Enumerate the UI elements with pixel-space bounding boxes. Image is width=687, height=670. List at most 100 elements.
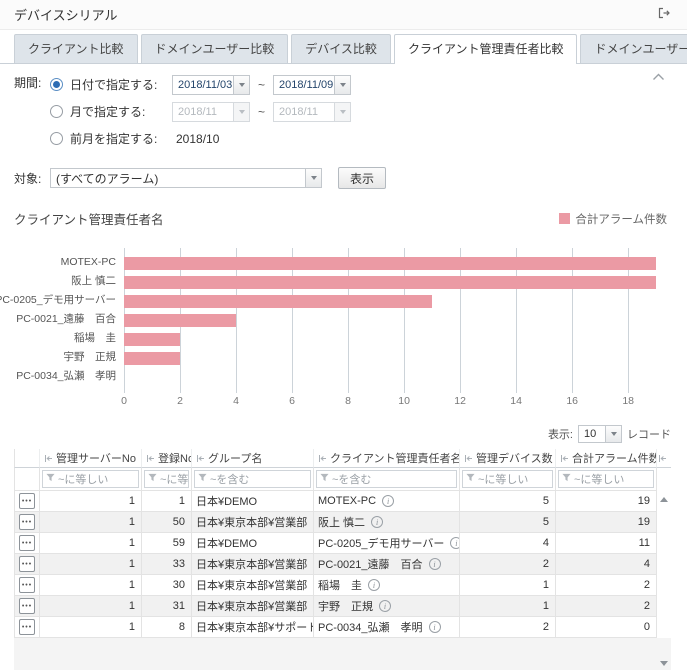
chart-bar-row xyxy=(124,349,673,368)
range-tilde: ~ xyxy=(258,78,265,92)
grid-scroll-up-icon[interactable] xyxy=(660,497,668,502)
tab-2[interactable]: ドメインユーザー比較 xyxy=(141,34,289,63)
table-row[interactable]: •••159日本¥DEMOPC-0205_デモ用サーバーi411 xyxy=(14,533,671,554)
table-cell: ••• xyxy=(14,491,40,512)
radio-month-range[interactable] xyxy=(50,105,63,118)
column-header[interactable]: グループ名 xyxy=(192,449,314,468)
table-row[interactable]: •••130日本¥東京本部¥営業部稲場 圭i12 xyxy=(14,575,671,596)
tab-3[interactable]: デバイス比較 xyxy=(291,34,391,63)
tab-1[interactable]: クライアント比較 xyxy=(14,34,138,63)
page-size-select[interactable]: 10 xyxy=(578,425,622,443)
period-option-month: 月で指定する: 2018/11 ~ 2018/11 xyxy=(50,101,351,122)
month-from-select: 2018/11 xyxy=(172,102,250,122)
column-header[interactable]: 管理サーバーNo xyxy=(40,449,142,468)
info-icon[interactable]: i xyxy=(379,600,391,612)
row-menu-button[interactable]: ••• xyxy=(19,514,35,530)
grid-toolbar: 表示: 10 レコード xyxy=(14,425,671,443)
filter-funnel-icon[interactable] xyxy=(148,473,157,485)
table-row[interactable]: •••131日本¥東京本部¥営業部宇野 正規i12 xyxy=(14,596,671,617)
row-selector-header xyxy=(14,449,40,468)
chart-x-axis: 024681012141618 xyxy=(124,395,673,409)
filter-funnel-icon[interactable] xyxy=(562,473,571,485)
pin-column-icon[interactable] xyxy=(196,454,205,463)
filter-funnel-icon[interactable] xyxy=(198,473,207,485)
filter-input[interactable]: ~を含む xyxy=(316,470,457,488)
x-tick-label: 10 xyxy=(398,395,410,407)
filter-input[interactable]: ~を含む xyxy=(194,470,311,488)
filter-funnel-icon[interactable] xyxy=(466,473,475,485)
tab-4[interactable]: クライアント管理責任者比較 xyxy=(394,34,578,64)
column-header[interactable]: 管理デバイス数 xyxy=(460,449,556,468)
grid-scroll-down-icon[interactable] xyxy=(660,661,668,666)
info-icon[interactable]: i xyxy=(371,516,383,528)
chart-bar-row xyxy=(124,254,673,273)
filter-funnel-icon[interactable] xyxy=(320,473,329,485)
table-cell: 1 xyxy=(40,554,142,575)
date-to-select[interactable]: 2018/11/09 xyxy=(273,75,351,95)
x-tick-label: 8 xyxy=(345,395,351,407)
export-button[interactable] xyxy=(656,6,671,23)
bar-chart: MOTEX-PC阪上 慎二PC-0205_デモ用サーバーPC-0021_遠藤 百… xyxy=(14,252,673,387)
chevron-down-icon[interactable] xyxy=(334,76,350,94)
prev-month-value: 2018/10 xyxy=(176,132,219,146)
pin-column-icon[interactable] xyxy=(44,454,53,463)
collapse-panel-chevron-icon[interactable] xyxy=(652,70,665,84)
column-header-label: 合計アラーム件数 xyxy=(572,450,657,466)
pin-column-icon[interactable] xyxy=(318,454,327,463)
row-menu-button[interactable]: ••• xyxy=(19,556,35,572)
table-cell: 1 xyxy=(40,617,142,638)
column-header[interactable]: クライアント管理責任者名 xyxy=(314,449,460,468)
pin-column-icon[interactable] xyxy=(464,454,473,463)
filter-cell: ~に等しい xyxy=(40,468,142,491)
column-header[interactable]: 登録No xyxy=(142,449,192,468)
chart-bar xyxy=(124,352,180,365)
filter-cell: ~に等しい xyxy=(142,468,192,491)
table-cell: 日本¥東京本部¥営業部 xyxy=(192,512,314,533)
table-cell: 31 xyxy=(142,596,192,617)
radio-prev-month[interactable] xyxy=(50,132,63,145)
row-menu-button[interactable]: ••• xyxy=(19,535,35,551)
pin-column-icon[interactable] xyxy=(657,449,671,468)
date-from-select[interactable]: 2018/11/03 xyxy=(172,75,250,95)
table-row[interactable]: •••133日本¥東京本部¥営業部PC-0021_遠藤 百合i24 xyxy=(14,554,671,575)
radio-date-range[interactable] xyxy=(50,78,63,91)
info-icon[interactable]: i xyxy=(429,558,441,570)
column-header[interactable]: 合計アラーム件数 xyxy=(556,449,657,468)
table-row[interactable]: •••11日本¥DEMOMOTEX-PCi519 xyxy=(14,491,671,512)
chevron-down-icon[interactable] xyxy=(305,169,321,187)
chevron-down-icon[interactable] xyxy=(605,426,621,442)
column-header-label: 管理デバイス数 xyxy=(476,450,553,466)
table-cell: PC-0205_デモ用サーバーi xyxy=(314,533,460,554)
filter-input[interactable]: ~に等しい xyxy=(42,470,139,488)
table-row[interactable]: •••150日本¥東京本部¥営業部阪上 慎二i519 xyxy=(14,512,671,533)
filter-cell: ~を含む xyxy=(314,468,460,491)
alarm-type-select[interactable]: (すべてのアラーム) xyxy=(50,168,322,188)
row-menu-button[interactable]: ••• xyxy=(19,598,35,614)
pin-column-icon[interactable] xyxy=(560,454,569,463)
show-button[interactable]: 表示 xyxy=(338,167,386,189)
table-cell: 日本¥東京本部¥営業部 xyxy=(192,554,314,575)
target-label: 対象: xyxy=(14,170,50,187)
tab-5[interactable]: ドメインユーザー管理責任者比較 xyxy=(580,34,687,63)
filter-input[interactable]: ~に等しい xyxy=(558,470,654,488)
info-icon[interactable]: i xyxy=(368,579,380,591)
info-icon[interactable]: i xyxy=(429,621,441,633)
info-icon[interactable]: i xyxy=(382,495,394,507)
table-cell: 日本¥東京本部¥営業部 xyxy=(192,596,314,617)
filter-input[interactable]: ~に等しい xyxy=(144,470,189,488)
row-menu-button[interactable]: ••• xyxy=(19,493,35,509)
filter-funnel-icon[interactable] xyxy=(46,473,55,485)
row-menu-button[interactable]: ••• xyxy=(19,619,35,635)
page-title: デバイスシリアル xyxy=(14,5,117,24)
info-icon[interactable]: i xyxy=(450,537,460,549)
chart-category-label: 稲場 圭 xyxy=(14,328,124,347)
row-menu-button[interactable]: ••• xyxy=(19,577,35,593)
table-cell: 宇野 正規i xyxy=(314,596,460,617)
chart-title: クライアント管理責任者名 xyxy=(14,209,164,228)
filter-input[interactable]: ~に等しい xyxy=(462,470,553,488)
chevron-down-icon[interactable] xyxy=(233,76,249,94)
pin-column-icon[interactable] xyxy=(146,454,155,463)
table-row[interactable]: •••18日本¥東京本部¥サポート部PC-0034_弘瀬 孝明i20 xyxy=(14,617,671,638)
table-cell: 0 xyxy=(556,617,657,638)
filter-operand-label: ~を含む xyxy=(210,471,249,487)
